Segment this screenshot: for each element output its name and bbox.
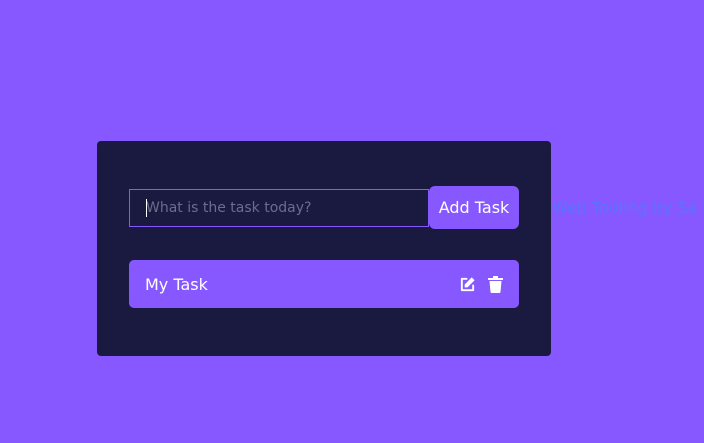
todo-item-actions: [458, 275, 504, 293]
todo-item: My Task: [129, 260, 519, 308]
todo-card: Add Task My Task: [97, 141, 551, 356]
footer-credit: Web Tooling by Sa: [552, 198, 698, 217]
page: { "todo_form": { "input_placeholder": "W…: [0, 0, 704, 443]
edit-icon[interactable]: [458, 275, 476, 293]
add-task-form: Add Task: [129, 186, 519, 229]
text-cursor: [146, 199, 147, 217]
todo-item-text: My Task: [145, 274, 208, 294]
add-task-button[interactable]: Add Task: [429, 186, 519, 229]
trash-icon[interactable]: [486, 275, 504, 293]
task-input[interactable]: [129, 189, 429, 227]
